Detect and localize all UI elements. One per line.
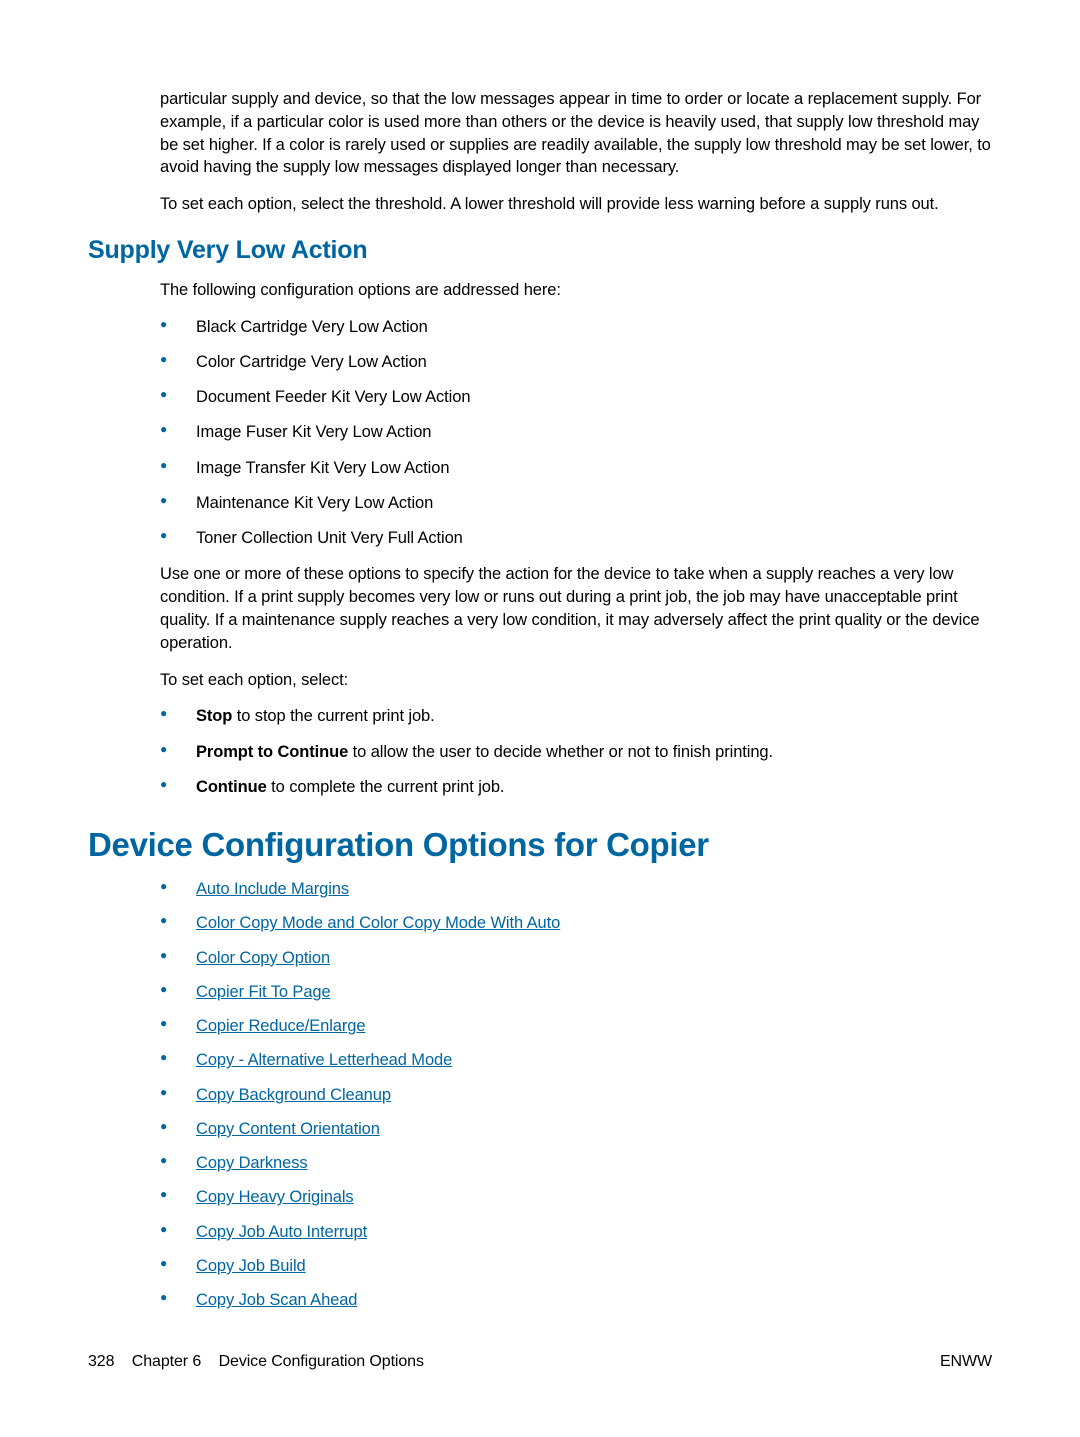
link-copy-job-build[interactable]: Copy Job Build (196, 1257, 306, 1275)
link-color-copy-option[interactable]: Color Copy Option (196, 949, 330, 967)
action-continue-label: Continue (196, 778, 267, 796)
footer-chapter-prefix: Chapter 6 (132, 1353, 201, 1370)
list-item: Document Feeder Kit Very Low Action (160, 386, 992, 408)
list-item: Copy Darkness (160, 1152, 992, 1174)
list-item: Copy Content Orientation (160, 1118, 992, 1140)
link-copy-alt-letterhead[interactable]: Copy - Alternative Letterhead Mode (196, 1051, 452, 1069)
list-item: Copy Background Cleanup (160, 1084, 992, 1106)
copier-links-list: Auto Include Margins Color Copy Mode and… (160, 878, 992, 1311)
list-item: Copy Job Auto Interrupt (160, 1221, 992, 1243)
intro-paragraph-1: particular supply and device, so that th… (160, 88, 992, 179)
link-copier-reduce-enlarge[interactable]: Copier Reduce/Enlarge (196, 1017, 365, 1035)
list-item: Image Fuser Kit Very Low Action (160, 421, 992, 443)
chapter-heading-copier-options: Device Configuration Options for Copier (88, 826, 992, 864)
link-copy-darkness[interactable]: Copy Darkness (196, 1154, 308, 1172)
link-copier-fit-to-page[interactable]: Copier Fit To Page (196, 983, 331, 1001)
action-continue-text: to complete the current print job. (267, 778, 505, 796)
list-item: Prompt to Continue to allow the user to … (160, 741, 992, 763)
list-item: Copier Reduce/Enlarge (160, 1015, 992, 1037)
link-color-copy-mode[interactable]: Color Copy Mode and Color Copy Mode With… (196, 914, 560, 932)
list-item: Toner Collection Unit Very Full Action (160, 527, 992, 549)
list-item: Maintenance Kit Very Low Action (160, 492, 992, 514)
link-copy-content-orientation[interactable]: Copy Content Orientation (196, 1120, 380, 1138)
list-item: Copy Job Build (160, 1255, 992, 1277)
list-item: Copy Job Scan Ahead (160, 1289, 992, 1311)
intro-paragraph-2: To set each option, select the threshold… (160, 193, 992, 216)
section1-paragraph-1: Use one or more of these options to spec… (160, 563, 992, 654)
list-item: Copy Heavy Originals (160, 1186, 992, 1208)
section-heading-supply-very-low: Supply Very Low Action (88, 236, 992, 265)
footer-left: 328 Chapter 6 Device Configuration Optio… (88, 1353, 424, 1371)
actions-list: Stop to stop the current print job. Prom… (160, 705, 992, 798)
list-item: Continue to complete the current print j… (160, 776, 992, 798)
page-footer: 328 Chapter 6 Device Configuration Optio… (88, 1353, 992, 1371)
section1-paragraph-2: To set each option, select: (160, 669, 992, 692)
footer-right: ENWW (940, 1353, 992, 1371)
list-item: Image Transfer Kit Very Low Action (160, 457, 992, 479)
list-item: Auto Include Margins (160, 878, 992, 900)
link-copy-job-auto-interrupt[interactable]: Copy Job Auto Interrupt (196, 1223, 367, 1241)
list-item: Copier Fit To Page (160, 981, 992, 1003)
list-item: Black Cartridge Very Low Action (160, 316, 992, 338)
link-auto-include-margins[interactable]: Auto Include Margins (196, 880, 349, 898)
list-item: Copy - Alternative Letterhead Mode (160, 1049, 992, 1071)
action-prompt-label: Prompt to Continue (196, 743, 348, 761)
section1-body: The following configuration options are … (160, 279, 992, 798)
list-item: Color Copy Mode and Color Copy Mode With… (160, 912, 992, 934)
list-item: Stop to stop the current print job. (160, 705, 992, 727)
link-copy-job-scan-ahead[interactable]: Copy Job Scan Ahead (196, 1291, 357, 1309)
intro-block: particular supply and device, so that th… (160, 88, 992, 216)
config-options-list: Black Cartridge Very Low Action Color Ca… (160, 316, 992, 550)
section1-lead: The following configuration options are … (160, 279, 992, 302)
action-stop-text: to stop the current print job. (232, 707, 434, 725)
section2-body: Auto Include Margins Color Copy Mode and… (160, 878, 992, 1311)
action-stop-label: Stop (196, 707, 232, 725)
list-item: Color Cartridge Very Low Action (160, 351, 992, 373)
page-number: 328 (88, 1353, 114, 1370)
action-prompt-text: to allow the user to decide whether or n… (348, 743, 773, 761)
footer-chapter-title: Device Configuration Options (219, 1353, 424, 1370)
list-item: Color Copy Option (160, 947, 992, 969)
link-copy-background-cleanup[interactable]: Copy Background Cleanup (196, 1086, 391, 1104)
document-page: particular supply and device, so that th… (0, 0, 1080, 1437)
link-copy-heavy-originals[interactable]: Copy Heavy Originals (196, 1188, 354, 1206)
